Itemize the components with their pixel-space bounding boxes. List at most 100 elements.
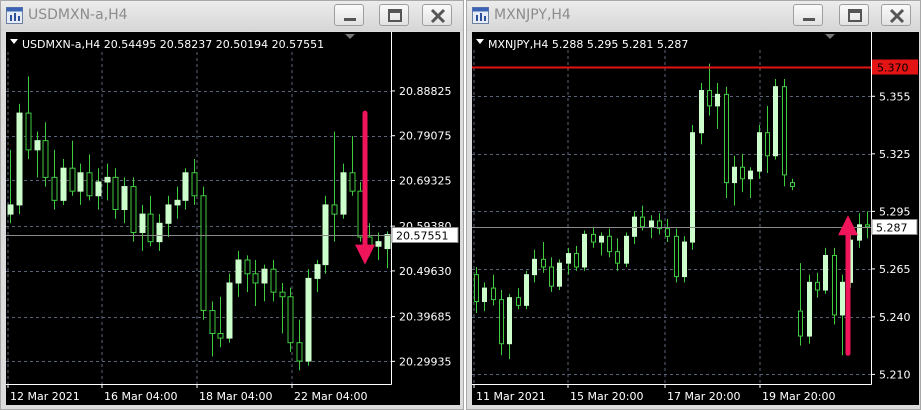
maximize-button[interactable] <box>839 4 869 26</box>
time-tick-label: 15 Mar 20:00 <box>570 390 643 403</box>
candle-bull <box>77 172 84 192</box>
candle-bear <box>349 172 356 192</box>
price-tick-label: 20.69325 <box>399 174 452 187</box>
candlestick-chart[interactable]: 20.8882520.7907520.6932520.5938020.49630… <box>6 32 460 405</box>
candle-bear <box>707 90 712 107</box>
time-tick-label: 18 Mar 04:00 <box>199 390 272 403</box>
window-titlebar[interactable]: MXNJPY,H4 <box>467 1 920 31</box>
candle-bear <box>782 86 787 176</box>
candle-bull <box>235 259 242 284</box>
candle-bear <box>740 166 745 180</box>
candle-bear <box>69 167 76 192</box>
level-price-label: 5.370 <box>877 62 909 75</box>
price-tick-label: 5.265 <box>879 263 911 276</box>
close-button[interactable] <box>422 4 452 26</box>
price-tick-label: 5.295 <box>879 205 911 218</box>
minimize-icon <box>344 18 356 21</box>
candle-bull <box>95 181 102 197</box>
candle-bull <box>121 186 128 211</box>
usdmxn-chart-window[interactable]: USDMXN-a,H4 20.88825 20.79075 20.69325 20.5… <box>0 0 464 410</box>
candle-bear <box>331 204 338 215</box>
candle-bear <box>665 228 670 237</box>
candle-bear <box>549 266 554 287</box>
candle-bull <box>375 241 382 247</box>
candle-bull <box>823 254 828 291</box>
candle-bear <box>147 213 154 243</box>
candle-bear <box>516 297 521 306</box>
candle-bear <box>296 342 303 362</box>
candle-bull <box>807 281 812 337</box>
candle-bear <box>270 268 277 293</box>
candle-bear <box>832 254 837 316</box>
candle-bull <box>773 86 778 157</box>
candle-bear <box>200 195 207 312</box>
price-chart[interactable]: 20.88825 20.79075 20.69325 20.59380 20.49630… <box>6 32 460 405</box>
candle-bear <box>191 172 198 197</box>
candle-bear <box>51 176 58 201</box>
candle-bull <box>566 253 571 264</box>
candle-bear <box>615 251 620 264</box>
candle-bear <box>798 310 803 337</box>
candle-bear <box>640 216 645 228</box>
price-tick-label: 20.88825 <box>399 85 452 98</box>
candle-bull <box>699 90 704 134</box>
candle-bear <box>541 258 546 268</box>
candle-bear <box>130 186 137 233</box>
candle-bear <box>865 224 870 228</box>
candle-bull <box>60 167 67 201</box>
candle-bull <box>624 235 629 264</box>
price-tick-label: 20.39685 <box>399 311 452 324</box>
candle-bull <box>582 233 587 268</box>
trend-arrow-head <box>355 244 375 265</box>
candle-bear <box>499 299 504 345</box>
time-tick-label: 12 Mar 2021 <box>10 390 80 403</box>
candle-bear <box>607 235 612 253</box>
time-tick-label: 17 Mar 20:00 <box>667 390 740 403</box>
candle-bear <box>674 235 679 278</box>
candle-bear <box>724 93 729 184</box>
window-titlebar[interactable]: USDMXN-a,H4 <box>1 1 463 31</box>
candle-bull <box>16 112 23 206</box>
chart-window-icon <box>472 7 489 24</box>
window-title: USDMXN-a,H4 <box>28 7 128 23</box>
chart-shift-marker-icon <box>345 34 355 39</box>
candle-bull <box>757 132 762 172</box>
candle-bear <box>790 182 795 187</box>
window-title: MXNJPY,H4 <box>494 7 571 23</box>
candle-bull <box>305 277 312 362</box>
candle-bull <box>104 176 111 183</box>
candle-bull <box>690 132 695 243</box>
candlestick-chart[interactable]: 5.355 5.325 5.295 5.265 5.240 5.210 5.370 5.287… <box>472 32 919 405</box>
chart-ohlc-header: MXNJPY,H4 5.288 5.295 5.281 5.287 <box>488 38 688 51</box>
candle-bull <box>156 222 163 243</box>
candle-bear <box>112 176 119 211</box>
candle-bull <box>314 264 321 279</box>
candle-bear <box>25 112 32 151</box>
price-chart[interactable]: 5.355 5.325 5.295 5.265 5.240 5.210 5.370 5.287… <box>472 32 919 405</box>
candle-bear <box>279 291 286 298</box>
chart-shift-marker-icon <box>825 34 835 39</box>
price-tick-label: 5.325 <box>879 148 911 161</box>
candle-bull <box>165 204 172 224</box>
candle-bull <box>532 258 537 276</box>
candle-bear <box>574 253 579 268</box>
candle-bull <box>182 172 189 201</box>
candle-bull <box>715 93 720 107</box>
current-price-label: 5.287 <box>876 222 908 235</box>
candle-bull <box>340 172 347 215</box>
maximize-button[interactable] <box>379 4 409 26</box>
candle-bear <box>474 274 479 303</box>
mxnjpy-chart-window[interactable]: MXNJPY,H4 5.355 5.325 5.295 5.265 5.240 5.210… <box>466 0 921 410</box>
candle-bull <box>682 241 687 278</box>
minimize-button[interactable] <box>793 4 823 26</box>
candle-bear <box>42 140 49 178</box>
chart-menu-triangle-icon <box>10 39 18 44</box>
price-tick-label: 5.240 <box>879 311 911 324</box>
candle-bull <box>599 235 604 243</box>
minimize-button[interactable] <box>334 4 364 26</box>
price-tick-label: 5.355 <box>879 90 911 103</box>
chart-menu-triangle-icon <box>476 39 484 44</box>
candle-bull <box>7 204 14 215</box>
close-button[interactable] <box>881 4 911 26</box>
time-tick-label: 22 Mar 04:00 <box>294 390 367 403</box>
